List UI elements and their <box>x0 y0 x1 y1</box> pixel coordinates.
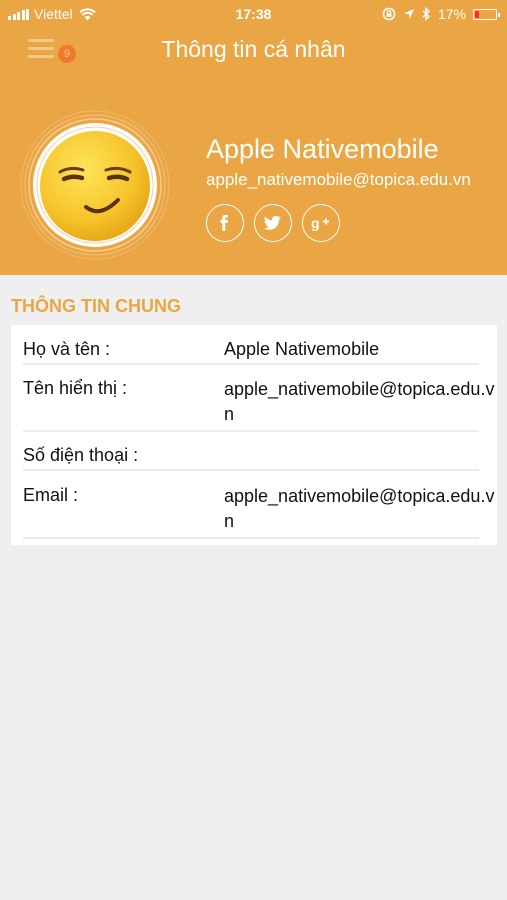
page-title: Thông tin cá nhân <box>161 36 346 62</box>
info-row-phone: Số điện thoại : <box>23 443 479 471</box>
svg-text:g: g <box>311 215 320 231</box>
info-label: Email : <box>23 485 79 505</box>
facebook-button[interactable] <box>206 204 244 242</box>
location-icon <box>403 9 414 19</box>
info-label: Số điện thoại : <box>23 445 139 465</box>
profile-name: Apple Nativemobile <box>206 134 439 164</box>
battery-icon <box>473 8 500 20</box>
info-card: Họ và tên : Apple Nativemobile Tên hiển … <box>11 325 497 545</box>
status-bar: Viettel 17:38 17% <box>0 0 507 28</box>
section-title: THÔNG TIN CHUNG <box>11 296 181 316</box>
info-value: apple_nativemobile@topica.edu.vn <box>224 379 495 424</box>
bluetooth-icon <box>422 7 430 21</box>
info-label: Tên hiển thị : <box>23 378 128 398</box>
twitter-button[interactable] <box>254 204 292 242</box>
rotation-lock-icon <box>382 7 396 21</box>
profile-header: Viettel 17:38 17% 9 Thông tin cá nhân Ap… <box>0 0 507 275</box>
info-row-email: Email : apple_nativemobile@topica.edu.vn <box>23 482 494 539</box>
info-label: Họ và tên : <box>23 339 111 359</box>
twitter-icon <box>263 215 281 230</box>
info-value: Apple Nativemobile <box>224 339 380 359</box>
google-plus-button[interactable]: g <box>302 204 340 242</box>
info-value: apple_nativemobile@topica.edu.vn <box>224 486 495 531</box>
profile-email: apple_nativemobile@topica.edu.vn <box>206 170 471 189</box>
battery-percent: 17% <box>437 6 466 22</box>
info-row-display-name: Tên hiển thị : apple_nativemobile@topica… <box>23 375 494 432</box>
facebook-icon <box>220 215 228 231</box>
smirk-emoji-avatar <box>20 110 170 260</box>
google-plus-icon: g <box>311 215 329 231</box>
info-row-fullname: Họ và tên : Apple Nativemobile <box>23 337 479 365</box>
avatar[interactable] <box>20 110 180 260</box>
